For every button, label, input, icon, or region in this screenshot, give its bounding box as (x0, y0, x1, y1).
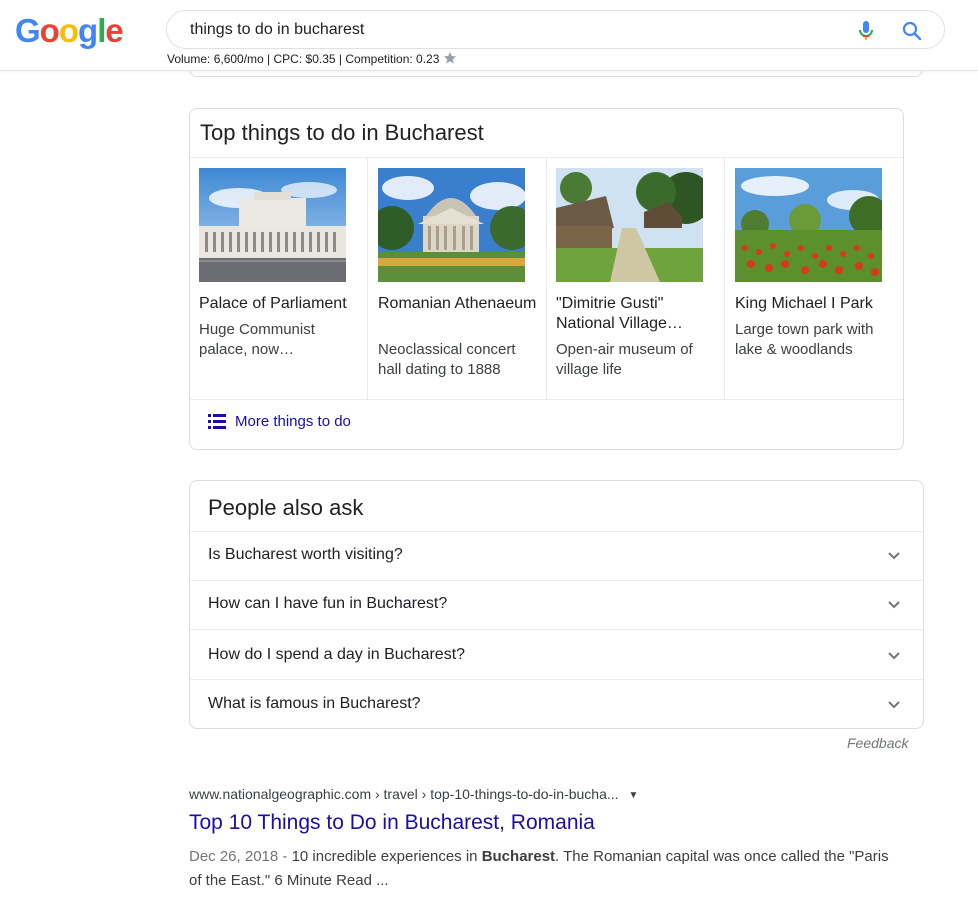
attraction-name[interactable]: Palace of Parliament (199, 294, 359, 314)
keyword-stats-text: Volume: 6,600/mo | CPC: $0.35 | Competit… (167, 52, 440, 66)
keyword-stats: Volume: 6,600/mo | CPC: $0.35 | Competit… (167, 51, 457, 66)
attraction-name[interactable]: Romanian Athenaeum (378, 294, 538, 314)
national-village-image[interactable] (556, 168, 703, 282)
logo-letter: g (78, 12, 98, 49)
result-cite-text[interactable]: www.nationalgeographic.com › travel › to… (189, 786, 619, 802)
logo-letter: l (97, 12, 106, 49)
more-things-link[interactable]: More things to do (208, 413, 351, 430)
logo-letter: o (39, 12, 60, 49)
attraction-name[interactable]: King Michael I Park (735, 294, 895, 314)
things-title: Top things to do in Bucharest (200, 120, 484, 145)
paa-question[interactable]: What is famous in Bucharest? (208, 695, 421, 713)
logo-letter: e (105, 12, 123, 49)
more-things-label[interactable]: More things to do (235, 413, 351, 430)
search-icon[interactable] (901, 20, 923, 42)
paa-question[interactable]: How can I have fun in Bucharest? (208, 595, 447, 613)
attraction-description: Neoclassical concert hall dating to 1888 (378, 341, 516, 378)
google-logo[interactable]: Google (15, 12, 124, 50)
logo-letter: o (58, 12, 79, 49)
header: Google things to do in bucharest Volume:… (0, 0, 978, 71)
result-url[interactable]: www.nationalgeographic.com › travel › to… (189, 786, 638, 802)
search-box[interactable]: things to do in bucharest (166, 10, 945, 49)
paa-question-row[interactable]: What is famous in Bucharest? (190, 679, 923, 728)
palace-of-parliament-image[interactable] (199, 168, 346, 282)
chevron-down-icon[interactable] (887, 549, 901, 563)
top-things-card: Top things to do in Bucharest Palace of … (189, 108, 904, 450)
star-icon[interactable] (443, 51, 457, 65)
paa-question-row[interactable]: Is Bucharest worth visiting? (190, 531, 923, 580)
snippet-highlight: Bucharest (481, 848, 556, 865)
feedback-link[interactable]: Feedback (847, 735, 908, 751)
attraction-description: Open-air museum of village life (556, 341, 693, 378)
list-icon (208, 414, 226, 429)
chevron-down-icon[interactable] (887, 698, 901, 712)
attraction-king-michael-park[interactable]: King Michael I Park Large town park with… (725, 158, 903, 399)
attraction-description: Huge Communist palace, now… (199, 321, 315, 358)
microphone-icon[interactable] (856, 20, 876, 42)
paa-title: People also ask (208, 495, 364, 520)
king-michael-park-image[interactable] (735, 168, 882, 282)
result-title-link[interactable]: Top 10 Things to Do in Bucharest, Romani… (189, 811, 595, 835)
romanian-athenaeum-image[interactable] (378, 168, 525, 282)
chevron-down-icon[interactable] (887, 649, 901, 663)
result-date: Dec 26, 2018 - (189, 848, 292, 865)
divider (190, 399, 903, 400)
paa-question[interactable]: How do I spend a day in Bucharest? (208, 646, 465, 664)
snippet-text: 10 incredible experiences in (291, 848, 482, 865)
attraction-romanian-athenaeum[interactable]: Romanian Athenaeum Neoclassical concert … (368, 158, 547, 399)
result-snippet: Dec 26, 2018 - 10 incredible experiences… (189, 845, 889, 893)
attraction-national-village[interactable]: "Dimitrie Gusti" National Village… Open-… (547, 158, 725, 399)
paa-question[interactable]: Is Bucharest worth visiting? (208, 546, 403, 564)
paa-question-row[interactable]: How can I have fun in Bucharest? (190, 580, 923, 629)
paa-question-row[interactable]: How do I spend a day in Bucharest? (190, 629, 923, 679)
attraction-description: Large town park with lake & woodlands (735, 321, 874, 358)
search-input[interactable]: things to do in bucharest (190, 21, 364, 39)
dropdown-arrow-icon[interactable]: ▼ (629, 790, 639, 801)
attraction-palace-of-parliament[interactable]: Palace of Parliament Huge Communist pala… (190, 158, 368, 399)
logo-letter: G (15, 12, 41, 49)
chevron-down-icon[interactable] (887, 598, 901, 612)
attraction-name[interactable]: "Dimitrie Gusti" National Village… (556, 294, 716, 334)
people-also-ask-card: People also ask Is Bucharest worth visit… (189, 480, 924, 729)
